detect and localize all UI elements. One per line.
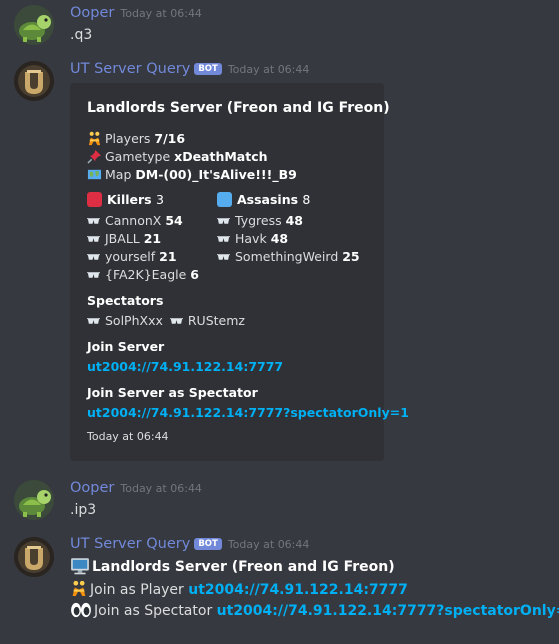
sunglasses-icon — [87, 235, 100, 243]
player-score: 54 — [165, 213, 183, 228]
message-text: .ip3 — [70, 502, 97, 518]
message-header: Ooper Today at 06:44 — [70, 480, 202, 496]
player-score: 21 — [159, 249, 177, 264]
team-red-header: Killers 3 — [87, 192, 164, 207]
players-label: Players — [105, 131, 151, 146]
spectator-name: SolPhXxx — [105, 313, 163, 328]
world-map-icon — [87, 167, 102, 182]
join-spectator-link[interactable]: ut2004://74.91.122.14:7777?spectatorOnly… — [217, 603, 559, 619]
username[interactable]: Ooper — [70, 480, 114, 496]
server-embed: Landlords Server (Freon and IG Freon) Pl… — [70, 83, 409, 461]
player-name: {FA2K}Eagle — [105, 267, 187, 282]
team-blue-name: Assasins — [237, 192, 299, 207]
bot-avatar[interactable] — [14, 537, 54, 577]
turtle-avatar-icon — [14, 5, 54, 45]
join-player-label: Join as Player — [90, 582, 184, 598]
sunglasses-icon — [87, 317, 100, 325]
player-name: Tygress — [235, 213, 282, 228]
message-text: .q3 — [70, 27, 93, 43]
bot-badge: BOT — [194, 63, 222, 75]
sunglasses-icon — [217, 235, 230, 243]
map-value: DM-(00)_It'sAlive!!!_B9 — [135, 167, 297, 182]
team-blue-score: 8 — [302, 192, 311, 207]
sunglasses-icon — [217, 253, 230, 261]
wrestlers-icon — [87, 131, 102, 146]
server-title: Landlords Server (Freon and IG Freon) — [92, 559, 395, 575]
turtle-avatar-icon — [14, 480, 54, 520]
user-avatar[interactable] — [14, 480, 54, 520]
spectators-list: SolPhXxx RUStemz — [87, 313, 245, 329]
player-name: SomethingWeird — [235, 249, 339, 264]
map-label: Map — [105, 167, 132, 182]
ut-logo-avatar-icon — [14, 61, 54, 101]
sunglasses-icon — [217, 217, 230, 225]
players-line: Players 7/16 — [87, 131, 185, 147]
spectators-header: Spectators — [87, 293, 164, 308]
player-score: 48 — [270, 231, 289, 246]
timestamp: Today at 06:44 — [227, 63, 310, 76]
join-spectator-header: Join Server as Spectator — [87, 385, 258, 400]
desktop-computer-icon — [70, 557, 90, 575]
join-spectator-line: Join as Spectator ut2004://74.91.122.14:… — [70, 602, 559, 619]
player-score: 48 — [285, 213, 303, 228]
message-header: Ooper Today at 06:44 — [70, 5, 202, 21]
wrestlers-icon — [70, 580, 88, 597]
message-header: UT Server Query BOT Today at 06:44 — [70, 536, 309, 552]
embed-title: Landlords Server (Freon and IG Freon) — [87, 100, 390, 116]
username[interactable]: Ooper — [70, 5, 114, 21]
pushpin-icon — [87, 149, 102, 164]
player-name: yourself — [105, 249, 156, 264]
gametype-value: xDeathMatch — [174, 149, 268, 164]
ut-logo-avatar-icon — [14, 537, 54, 577]
username[interactable]: UT Server Query — [70, 61, 190, 77]
team-blue-player: Tygress 48 — [217, 213, 303, 229]
sunglasses-icon — [170, 317, 183, 325]
team-red-player: JBALL 21 — [87, 231, 161, 247]
red-square-icon — [87, 192, 102, 207]
timestamp: Today at 06:44 — [120, 7, 202, 20]
players-value: 7/16 — [154, 131, 186, 146]
team-red-score: 3 — [155, 192, 164, 207]
bot-badge: BOT — [194, 538, 222, 550]
player-name: CannonX — [105, 213, 162, 228]
join-player-link[interactable]: ut2004://74.91.122.14:7777 — [188, 582, 408, 598]
server-title-line: Landlords Server (Freon and IG Freon) — [70, 557, 395, 575]
join-spectator-label: Join as Spectator — [94, 603, 213, 619]
join-player-line: Join as Player ut2004://74.91.122.14:777… — [70, 580, 408, 598]
eyes-icon — [70, 602, 92, 618]
team-blue-player: SomethingWeird 25 — [217, 249, 360, 265]
map-line: Map DM-(00)_It'sAlive!!!_B9 — [87, 167, 297, 183]
player-score: 25 — [342, 249, 360, 264]
spectator-name: RUStemz — [187, 313, 245, 328]
sunglasses-icon — [87, 217, 100, 225]
timestamp: Today at 06:44 — [120, 482, 202, 495]
player-name: Havk — [235, 231, 267, 246]
username[interactable]: UT Server Query — [70, 536, 190, 552]
bot-avatar[interactable] — [14, 61, 54, 101]
team-blue-header: Assasins 8 — [217, 192, 310, 207]
embed-footer-timestamp: Today at 06:44 — [87, 430, 169, 443]
timestamp: Today at 06:44 — [227, 538, 310, 551]
sunglasses-icon — [87, 253, 100, 261]
message-header: UT Server Query BOT Today at 06:44 — [70, 61, 309, 77]
user-avatar[interactable] — [14, 5, 54, 45]
player-score: 21 — [143, 231, 162, 246]
team-blue-player: Havk 48 — [217, 231, 288, 247]
team-red-player: {FA2K}Eagle 6 — [87, 267, 199, 283]
gametype-label: Gametype — [105, 149, 171, 164]
join-server-header: Join Server — [87, 339, 165, 354]
player-score: 6 — [190, 267, 199, 282]
player-name: JBALL — [105, 231, 140, 246]
join-server-link[interactable]: ut2004://74.91.122.14:7777 — [87, 359, 283, 374]
sunglasses-icon — [87, 271, 100, 279]
gametype-line: Gametype xDeathMatch — [87, 149, 268, 165]
join-spectator-link[interactable]: ut2004://74.91.122.14:7777?spectatorOnly… — [87, 405, 409, 420]
team-red-player: CannonX 54 — [87, 213, 183, 229]
team-red-player: yourself 21 — [87, 249, 177, 265]
team-red-name: Killers — [107, 192, 152, 207]
blue-square-icon — [217, 192, 232, 207]
